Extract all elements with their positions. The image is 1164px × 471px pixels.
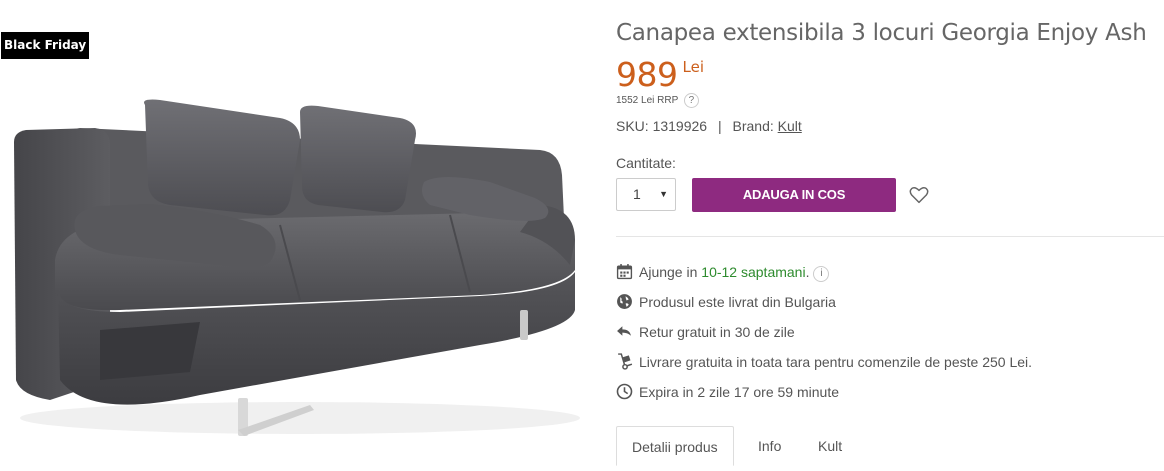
cropped-text-strip bbox=[150, 0, 480, 4]
price-amount: 989 bbox=[616, 55, 678, 94]
product-title: Canapea extensibila 3 locuri Georgia Enj… bbox=[616, 20, 1147, 46]
returns-row: Retur gratuit in 30 de zile bbox=[616, 323, 795, 340]
clock-icon bbox=[616, 383, 633, 400]
brand-link[interactable]: Kult bbox=[778, 118, 802, 134]
product-info: Canapea extensibila 3 locuri Georgia Enj… bbox=[616, 0, 1164, 471]
tab-brand[interactable]: Kult bbox=[803, 426, 857, 466]
shipping-text: Livrare gratuita in toata tara pentru co… bbox=[639, 354, 1033, 370]
delivery-prefix: Ajunge in bbox=[639, 264, 702, 280]
origin-text: Produsul este livrat din Bulgaria bbox=[639, 294, 836, 310]
rrp-help-icon[interactable]: ? bbox=[683, 93, 699, 108]
divider bbox=[616, 236, 1164, 237]
origin-row: Produsul este livrat din Bulgaria bbox=[616, 293, 836, 310]
hand-truck-icon bbox=[618, 353, 633, 370]
delivery-time-row: Ajunge in 10-12 saptamani. i bbox=[616, 263, 830, 282]
tab-info[interactable]: Info bbox=[743, 426, 796, 466]
tab-details[interactable]: Detalii produs bbox=[616, 426, 734, 466]
sku-value: 1319926 bbox=[652, 118, 708, 134]
expiry-text: Expira in 2 zile 17 ore 59 minute bbox=[639, 384, 839, 400]
price-currency: Lei bbox=[682, 58, 705, 76]
returns-text: Retur gratuit in 30 de zile bbox=[639, 324, 795, 340]
globe-icon bbox=[617, 294, 632, 309]
separator: | bbox=[717, 118, 722, 134]
price-block: 989 Lei bbox=[616, 55, 704, 94]
add-to-cart-button[interactable]: ADAUGA IN COS bbox=[692, 178, 896, 212]
quantity-value: 1 bbox=[633, 186, 641, 202]
delivery-suffix: . bbox=[805, 264, 810, 280]
expiry-row: Expira in 2 zile 17 ore 59 minute bbox=[616, 383, 839, 400]
quantity-label: Cantitate: bbox=[616, 155, 676, 171]
info-icon[interactable]: i bbox=[813, 266, 830, 282]
sku-brand-line: SKU: 1319926 | Brand: Kult bbox=[616, 118, 802, 134]
product-gallery: Black Friday bbox=[0, 0, 600, 471]
product-image[interactable] bbox=[0, 80, 600, 460]
sku-label: SKU: bbox=[616, 118, 649, 134]
black-friday-badge: Black Friday bbox=[1, 32, 90, 59]
calendar-icon bbox=[616, 264, 633, 280]
heart-icon[interactable] bbox=[908, 184, 930, 206]
quantity-select[interactable]: 1 ▼ bbox=[616, 178, 676, 211]
brand-label: Brand: bbox=[732, 118, 774, 134]
shipping-row: Livrare gratuita in toata tara pentru co… bbox=[616, 353, 1032, 370]
rrp-price: 1552 Lei RRP ? bbox=[616, 93, 699, 108]
delivery-time: 10-12 saptamani bbox=[701, 264, 806, 280]
product-tabs: Detalii produs Info Kult bbox=[616, 426, 1164, 471]
return-arrow-icon bbox=[617, 326, 631, 336]
chevron-down-icon: ▼ bbox=[659, 189, 668, 199]
rrp-text: 1552 Lei RRP bbox=[616, 95, 679, 106]
